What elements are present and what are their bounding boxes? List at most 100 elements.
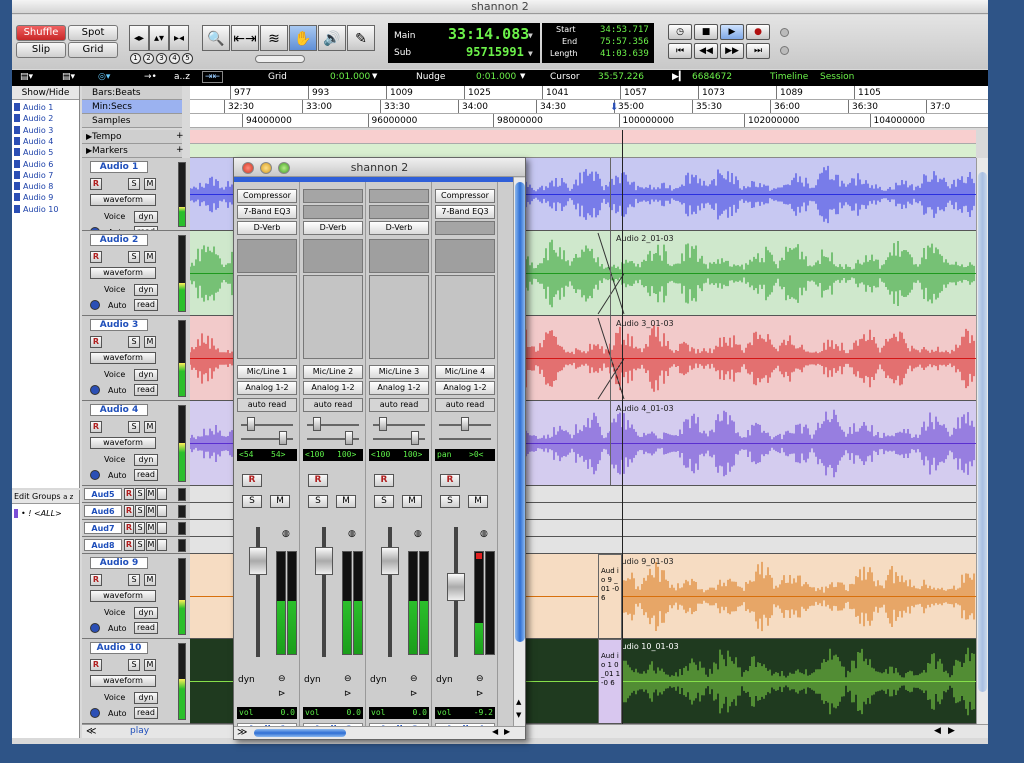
pan-sliders[interactable]	[303, 417, 363, 447]
rewind-icon[interactable]: ◀◀	[694, 43, 718, 59]
sends-area[interactable]	[435, 275, 495, 359]
solo-button[interactable]: S	[128, 178, 140, 190]
plugin-button[interactable]: dyn	[134, 692, 158, 704]
automation-toggle-icon[interactable]	[90, 470, 100, 480]
post-roll-indicator-icon[interactable]	[780, 46, 789, 55]
solo-button[interactable]: S	[128, 421, 140, 433]
track-list-menu-icon[interactable]: ▤▾	[20, 72, 33, 82]
mute-button[interactable]: M	[144, 178, 156, 190]
pan-knob-left[interactable]	[379, 417, 387, 431]
play-icon[interactable]: ▶	[720, 24, 744, 40]
show-hide-item[interactable]: Audio 8	[14, 182, 53, 191]
mute-button[interactable]: M	[144, 659, 156, 671]
track-view-selector[interactable]: waveform	[90, 437, 156, 449]
solo-safe-icon[interactable]: ◍	[348, 529, 356, 539]
markers-ruler-lane[interactable]	[190, 144, 976, 158]
mix-scroll-up-icon[interactable]: ▲	[516, 698, 521, 706]
length-value[interactable]: 41:03.639	[600, 49, 649, 59]
zoom-preset-3[interactable]: 3	[156, 53, 167, 64]
edit-vertical-scrollbar[interactable]	[976, 158, 988, 724]
mute-button[interactable]: M	[144, 336, 156, 348]
mix-scroll-right-icon[interactable]: ▶	[504, 727, 510, 736]
pan-sliders[interactable]	[435, 417, 495, 447]
mute-button[interactable]: M	[468, 495, 488, 508]
ruler-label[interactable]: Tempo	[82, 130, 182, 144]
track-name-field[interactable]: Audio 2	[90, 234, 148, 246]
record-enable-button[interactable]: R	[124, 488, 134, 500]
ruler-label[interactable]: Bars:Beats	[82, 86, 182, 100]
online-icon[interactable]: ◷	[668, 24, 692, 40]
spot-mode-button[interactable]: Spot	[68, 25, 118, 41]
record-enable-button[interactable]: R	[374, 474, 394, 487]
solo-button[interactable]: S	[128, 659, 140, 671]
menu-button[interactable]	[157, 539, 167, 551]
grid-mode-button[interactable]: Grid	[68, 42, 118, 58]
scroll-left-icon[interactable]: ◀	[934, 726, 941, 736]
clip-name[interactable]: Audio 10_01-03	[616, 642, 679, 651]
start-value[interactable]: 34:53.717	[600, 25, 649, 35]
input-selector[interactable]: Mic/Line 3	[369, 365, 429, 379]
voice-icon[interactable]: ⊖	[476, 674, 484, 684]
pan-knob-right[interactable]	[279, 431, 287, 445]
grid-dropdown-icon[interactable]: ▼	[372, 72, 377, 80]
plugin-button[interactable]: dyn	[134, 369, 158, 381]
output-selector[interactable]: Analog 1-2	[303, 381, 363, 395]
ruler-label[interactable]: Min:Secs	[82, 100, 182, 114]
mute-button[interactable]: M	[144, 421, 156, 433]
ruler-label[interactable]: Samples	[82, 114, 182, 128]
track-view-selector[interactable]: waveform	[90, 267, 156, 279]
solo-button[interactable]: S	[308, 495, 328, 508]
solo-button[interactable]: S	[242, 495, 262, 508]
fade-clip[interactable]: Aud io 1 0_01 1-0 6	[598, 639, 622, 723]
grabber-tool-icon[interactable]: ✋	[289, 25, 317, 51]
smart-tool-bar[interactable]	[255, 55, 305, 63]
automation-toggle-icon[interactable]	[90, 708, 100, 718]
mute-button[interactable]: M	[146, 539, 156, 551]
record-enable-button[interactable]: R	[90, 336, 102, 348]
automation-mode-selector[interactable]: auto read	[435, 398, 495, 412]
record-enable-button[interactable]: R	[90, 421, 102, 433]
bottom-scroll-bar[interactable]: ≪ play ◀ ▶	[82, 724, 988, 738]
track-name-field[interactable]: Aud5	[84, 488, 122, 500]
show-hide-item[interactable]: Audio 10	[14, 204, 58, 214]
scroll-left-double-icon[interactable]: ≪	[86, 726, 96, 737]
counter-dropdown-icon[interactable]: ▼	[528, 31, 533, 40]
tempo-ruler-lane[interactable]	[190, 130, 976, 144]
insert-area[interactable]	[237, 239, 297, 273]
record-enable-button[interactable]: R	[90, 251, 102, 263]
record-enable-button[interactable]: R	[90, 574, 102, 586]
mix-vertical-scroll-thumb[interactable]	[515, 182, 525, 642]
nudge-dropdown-icon[interactable]: ▼	[520, 72, 525, 80]
automation-mode-button[interactable]: read	[134, 384, 158, 396]
output-selector[interactable]: Analog 1-2	[435, 381, 495, 395]
insert-slot-empty[interactable]	[369, 189, 429, 203]
insert-slot[interactable]: D-Verb	[369, 221, 429, 235]
automation-mode-selector[interactable]: auto read	[303, 398, 363, 412]
menu-button[interactable]	[157, 488, 167, 500]
clip-name[interactable]: Audio 2_01-03	[616, 234, 674, 243]
input-selector[interactable]: Mic/Line 4	[435, 365, 495, 379]
record-enable-button[interactable]: R	[90, 659, 102, 671]
mix-scroll-left-icon[interactable]: ◀	[492, 727, 498, 736]
volume-fader[interactable]	[315, 547, 333, 575]
mix-horizontal-scrollbar[interactable]: ≫ ◀ ▶	[234, 726, 525, 739]
menu-button[interactable]	[157, 505, 167, 517]
track-name-field[interactable]: Audio 10	[90, 642, 148, 654]
track-name-field[interactable]: Aud6	[84, 505, 122, 517]
solo-button[interactable]: S	[128, 574, 140, 586]
voice-icon[interactable]: ⊖	[344, 674, 352, 684]
output-selector[interactable]: Analog 1-2	[369, 381, 429, 395]
tempo-add-icon[interactable]: +	[176, 131, 184, 141]
mix-scroll-left-double-icon[interactable]: ≫	[237, 727, 247, 738]
zoom-preset-1[interactable]: 1	[130, 53, 141, 64]
automation-mode-selector[interactable]: auto read	[237, 398, 297, 412]
fast-forward-icon[interactable]: ▶▶	[720, 43, 744, 59]
automation-icon[interactable]: ⊳	[476, 689, 484, 699]
plugin-button[interactable]: dyn	[134, 454, 158, 466]
menu-button[interactable]	[157, 522, 167, 534]
record-enable-button[interactable]: R	[90, 178, 102, 190]
track-name-field[interactable]: Aud8	[84, 539, 122, 551]
insert-area[interactable]	[369, 239, 429, 273]
zoom-preset-5[interactable]: 5	[182, 53, 193, 64]
input-selector[interactable]: Mic/Line 1	[237, 365, 297, 379]
